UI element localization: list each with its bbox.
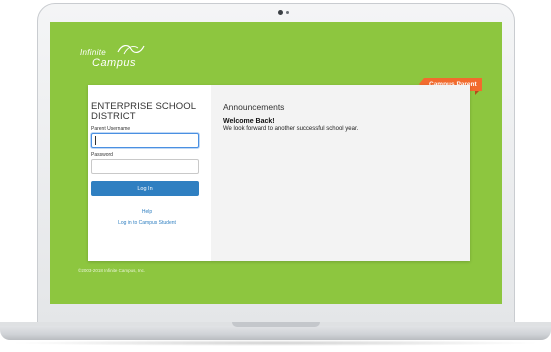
password-input[interactable] (91, 159, 199, 174)
infinity-swoosh-icon (117, 45, 145, 55)
announcement-heading: Welcome Back! (223, 118, 275, 125)
login-pane: ENTERPRISE SCHOOL DISTRICT Parent Userna… (88, 85, 206, 261)
logo-text-infinite: Infinite (80, 48, 106, 57)
login-card: ENTERPRISE SCHOOL DISTRICT Parent Userna… (88, 85, 470, 261)
logo-text-campus: Campus (92, 57, 136, 69)
password-label: Password (91, 152, 113, 158)
username-label: Parent Username (91, 126, 131, 132)
announcements-title: Announcements (223, 102, 285, 112)
infinite-campus-logo: Infinite Campus (80, 42, 150, 76)
username-input[interactable] (91, 133, 199, 148)
sensor-dot (286, 11, 289, 14)
help-link[interactable]: Help (88, 209, 206, 215)
district-name: ENTERPRISE SCHOOL DISTRICT (91, 101, 196, 122)
login-button[interactable]: Log In (91, 181, 199, 196)
text-caret (95, 136, 96, 145)
ribbon-fold (475, 91, 479, 95)
campus-student-link[interactable]: Log in to Campus Student (88, 220, 206, 226)
laptop-mockup: Infinite Campus Campus Parent ENTERPRISE… (0, 0, 551, 352)
screen: Infinite Campus Campus Parent ENTERPRISE… (50, 22, 502, 304)
copyright-footer: ©2003-2018 Infinite Campus, Inc. (78, 268, 146, 273)
camera-icon (278, 10, 283, 15)
laptop-notch (232, 322, 320, 327)
base-shadow (8, 340, 543, 346)
announcements-pane: Announcements Welcome Back! We look forw… (211, 85, 470, 261)
announcement-body: We look forward to another successful sc… (223, 126, 359, 132)
